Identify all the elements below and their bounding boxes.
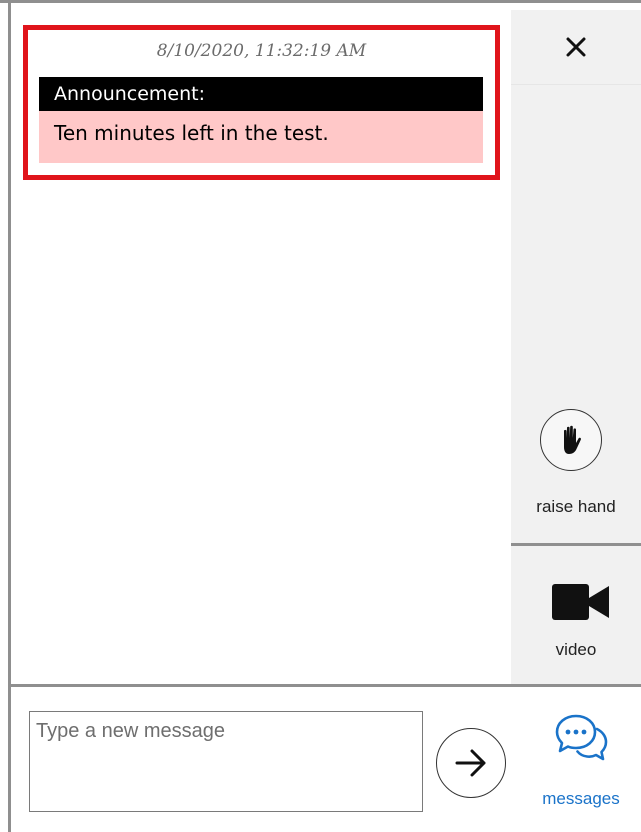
video-button[interactable]: video xyxy=(511,546,641,685)
chat-bubbles-icon xyxy=(555,714,608,761)
messages-label: messages xyxy=(542,789,620,808)
message-timestamp: 8/10/2020, 11:32:19 AM xyxy=(156,41,367,61)
close-button[interactable] xyxy=(511,10,641,85)
messages-tab[interactable]: messages xyxy=(521,712,641,812)
video-camera-icon xyxy=(552,584,609,620)
close-icon xyxy=(566,37,586,57)
raised-hand-icon xyxy=(564,425,581,454)
raise-hand-circle xyxy=(540,409,602,471)
send-button[interactable] xyxy=(436,728,506,798)
raise-hand-label: raise hand xyxy=(536,497,616,516)
message-input[interactable] xyxy=(29,711,423,812)
video-label: video xyxy=(555,640,597,659)
announcement-header: Announcement: xyxy=(39,77,483,111)
arrow-right-icon xyxy=(455,749,486,777)
window-top-border xyxy=(0,0,641,10)
announcement-text: Ten minutes left in the test. xyxy=(39,111,483,163)
raise-hand-button[interactable]: raise hand xyxy=(511,85,641,544)
announcement-message: 8/10/2020, 11:32:19 AM Announcement: Ten… xyxy=(23,25,500,180)
